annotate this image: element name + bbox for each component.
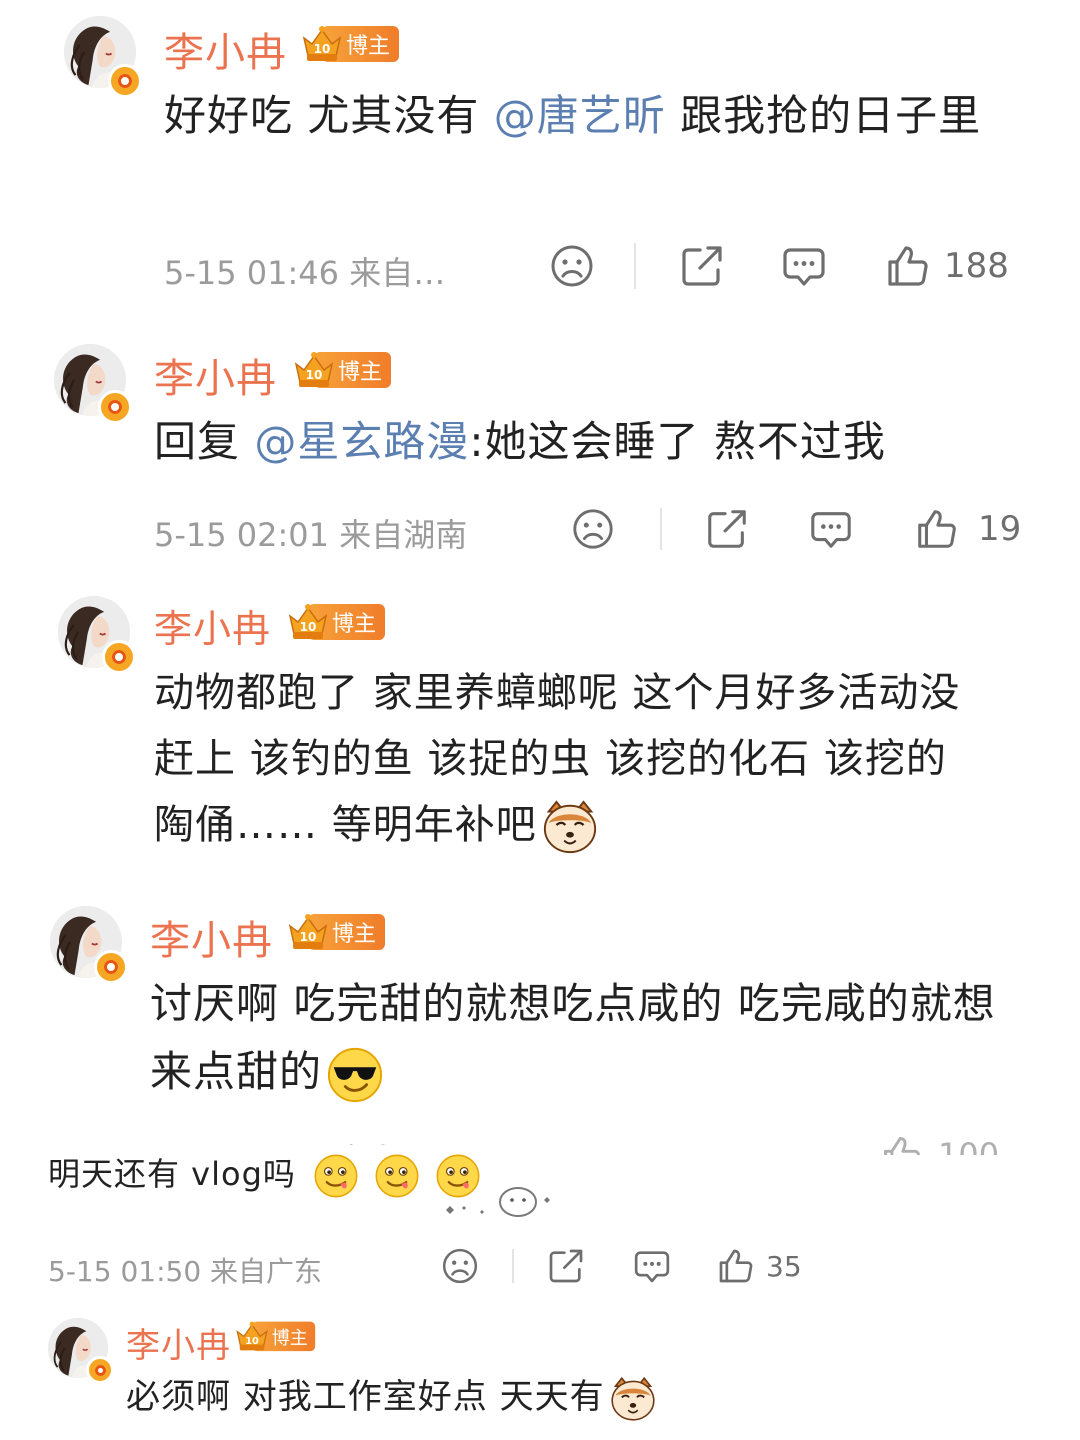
share-button[interactable] bbox=[546, 1246, 586, 1286]
username[interactable]: 李小冉 bbox=[150, 908, 273, 966]
divider bbox=[634, 243, 636, 289]
username[interactable]: 李小冉 bbox=[126, 1318, 231, 1367]
doge-cat-emoji bbox=[609, 1375, 657, 1423]
verified-badge-icon bbox=[94, 950, 128, 984]
thumbs-up-icon bbox=[914, 506, 960, 552]
crown-icon bbox=[234, 1320, 270, 1353]
like-count: 188 bbox=[944, 246, 1009, 286]
cool-sunglasses-emoji bbox=[326, 1046, 384, 1104]
time-location: 5-15 01:46 来自… bbox=[164, 254, 446, 292]
sad-face-icon bbox=[570, 506, 616, 552]
comment-text: 回复 @星玄路漫:她这会睡了 熬不过我 bbox=[154, 417, 886, 466]
reply-button[interactable] bbox=[780, 242, 828, 290]
username[interactable]: 李小冉 bbox=[164, 20, 287, 78]
comment-icon bbox=[808, 506, 854, 552]
drool-emoji bbox=[313, 1153, 359, 1199]
verified-badge-icon bbox=[108, 64, 142, 98]
share-icon bbox=[546, 1246, 586, 1286]
dislike-button[interactable] bbox=[548, 242, 596, 290]
comment-icon bbox=[780, 242, 828, 290]
sticker-doodle bbox=[440, 1178, 550, 1224]
time-location: 5-15 02:01 来自湖南 bbox=[154, 516, 468, 554]
divider bbox=[660, 508, 662, 550]
like-button[interactable]: 188 bbox=[884, 242, 1009, 290]
mention-link[interactable]: @星玄路漫 bbox=[254, 417, 469, 466]
drool-emoji bbox=[374, 1153, 420, 1199]
verified-badge-icon bbox=[102, 640, 136, 674]
action-bar: 19 bbox=[570, 506, 1021, 552]
crown-icon bbox=[286, 602, 330, 642]
like-button[interactable]: 19 bbox=[914, 506, 1021, 552]
mention-link[interactable]: @唐艺昕 bbox=[494, 91, 666, 140]
level-badge: 博主 bbox=[286, 912, 386, 952]
comment-text: 明天还有 vlog吗 bbox=[48, 1150, 481, 1199]
share-icon bbox=[704, 506, 750, 552]
reply-button[interactable] bbox=[808, 506, 854, 552]
thumbs-up-icon bbox=[716, 1246, 756, 1286]
level-badge: 博主 bbox=[286, 602, 386, 642]
sad-face-icon bbox=[548, 242, 596, 290]
level-badge: 博主 bbox=[300, 24, 400, 64]
comment-text: 动物都跑了 家里养蟑螂呢 这个月好多活动没赶上 该钓的鱼 该捉的虫 该挖的化石 … bbox=[154, 660, 984, 858]
level-badge: 博主 bbox=[292, 350, 392, 390]
action-bar: 35 bbox=[440, 1246, 802, 1286]
time-location: 5-15 01:50 来自广东 bbox=[48, 1255, 323, 1288]
share-button[interactable] bbox=[704, 506, 750, 552]
username[interactable]: 李小冉 bbox=[154, 346, 277, 404]
comment-text: 讨厌啊 吃完甜的就想吃点咸的 吃完咸的就想来点甜的 bbox=[150, 970, 1010, 1106]
like-button[interactable]: 100 bbox=[880, 1133, 999, 1155]
like-count: 35 bbox=[766, 1249, 802, 1283]
verified-badge-icon bbox=[86, 1356, 114, 1384]
action-bar: 188 bbox=[548, 242, 1009, 290]
dislike-button[interactable] bbox=[570, 506, 616, 552]
like-count: 19 bbox=[978, 509, 1022, 549]
divider bbox=[512, 1249, 514, 1283]
comment-text: 好好吃 尤其没有 @唐艺昕 跟我抢的日子里 bbox=[164, 91, 982, 140]
like-button[interactable]: 35 bbox=[716, 1246, 802, 1286]
reply-button[interactable] bbox=[632, 1246, 672, 1286]
username[interactable]: 李小冉 bbox=[154, 598, 271, 653]
comment-icon bbox=[632, 1246, 672, 1286]
crown-icon bbox=[300, 24, 344, 64]
verified-badge-icon bbox=[98, 390, 132, 424]
comment-text: 必须啊 对我工作室好点 天天有 bbox=[126, 1372, 657, 1423]
crown-icon bbox=[292, 350, 336, 390]
share-button[interactable] bbox=[678, 242, 726, 290]
thumbs-up-icon bbox=[880, 1133, 924, 1155]
sad-face-icon bbox=[440, 1246, 480, 1286]
thumbs-up-icon bbox=[884, 242, 932, 290]
dislike-button[interactable] bbox=[440, 1246, 480, 1286]
doge-cat-emoji bbox=[541, 798, 599, 856]
level-badge: 博主 bbox=[234, 1320, 316, 1353]
share-icon bbox=[678, 242, 726, 290]
crown-icon bbox=[286, 912, 330, 952]
